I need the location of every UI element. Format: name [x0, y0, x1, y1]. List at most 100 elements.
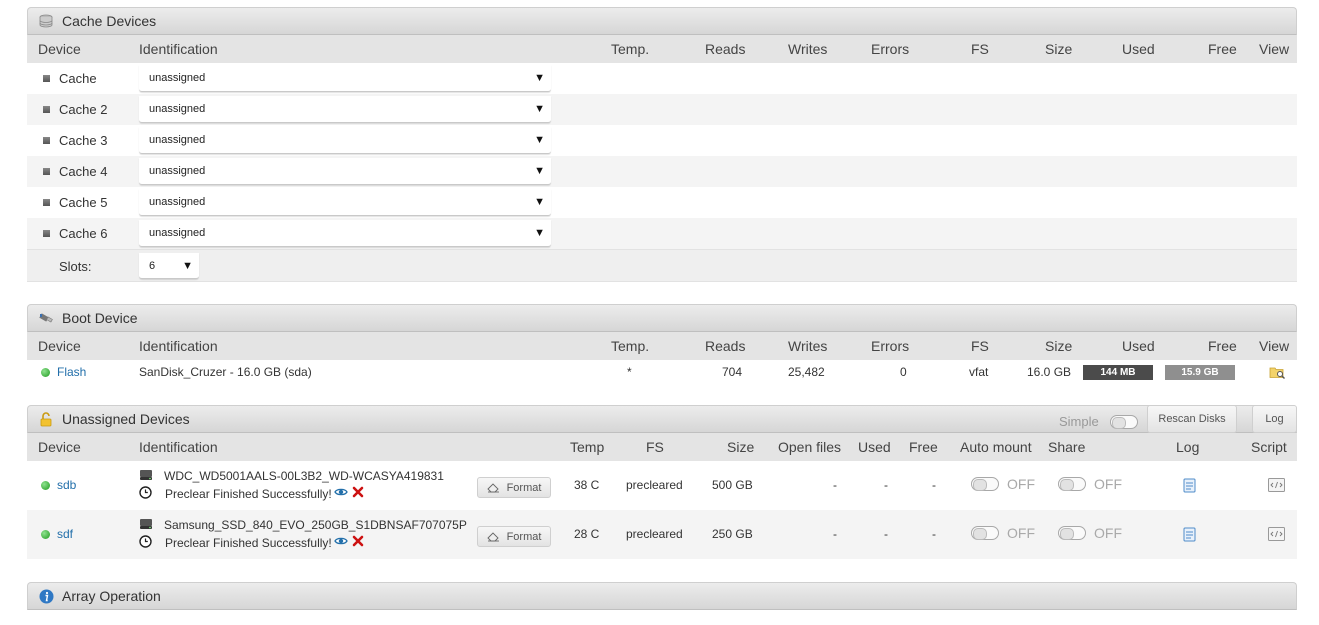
select-value: unassigned — [149, 165, 206, 177]
free-bar-label: 15.9 GB — [1165, 365, 1235, 380]
database-icon — [38, 13, 54, 29]
col-temp: Temp. — [611, 338, 650, 354]
hard-drive-icon — [139, 518, 153, 533]
select-value: unassigned — [149, 72, 206, 84]
cache-identification-select[interactable]: unassigned ▼ — [139, 96, 551, 123]
simple-label: Simple — [1059, 414, 1099, 429]
folder-search-icon[interactable] — [1269, 365, 1286, 383]
remove-x-icon[interactable] — [352, 486, 364, 501]
cache-row: Cache unassigned ▼ — [27, 63, 1297, 94]
chevron-down-icon: ▼ — [534, 72, 545, 84]
cache-device-cell: Cache 3 — [43, 133, 107, 148]
unassigned-row: sdb WDC_WD5001AALS-00L3B2_WD-WCASYA41983… — [27, 461, 1297, 510]
cache-device-cell: Cache — [43, 71, 97, 86]
device-cell: sdb — [41, 478, 76, 492]
format-button[interactable]: Format — [477, 477, 551, 498]
device-label: Cache 6 — [59, 226, 108, 241]
col-size: Size — [727, 439, 755, 455]
sdb-device-link[interactable]: sdb — [57, 478, 76, 492]
col-fs: FS — [646, 439, 664, 455]
free: - — [932, 478, 936, 492]
format-label: Format — [506, 481, 542, 494]
col-view: View — [1259, 338, 1290, 354]
eye-icon[interactable] — [334, 486, 348, 501]
cache-devices-panel: Cache Devices Device Identification Temp… — [27, 7, 1297, 282]
chevron-down-icon: ▼ — [534, 134, 545, 146]
info-icon — [38, 588, 54, 604]
boot-row: Flash SanDisk_Cruzer - 16.0 GB (sda) * 7… — [27, 360, 1297, 387]
cache-row: Cache 3 unassigned ▼ — [27, 125, 1297, 156]
col-open-files: Open files — [778, 439, 842, 455]
flash-device-link[interactable]: Flash — [57, 365, 86, 379]
size: 250 GB — [712, 527, 753, 541]
select-value: unassigned — [149, 196, 206, 208]
cache-identification-select[interactable]: unassigned ▼ — [139, 220, 551, 247]
log-file-icon[interactable] — [1183, 527, 1196, 545]
chevron-down-icon: ▼ — [534, 165, 545, 177]
rescan-disks-button[interactable]: Rescan Disks — [1147, 405, 1237, 433]
col-fs: FS — [971, 338, 989, 354]
cache-table-header: Device Identification Temp. Reads Writes… — [27, 35, 1297, 63]
col-size: Size — [1045, 338, 1073, 354]
device-square-icon — [43, 199, 50, 206]
log-button[interactable]: Log — [1252, 405, 1297, 433]
status-green-dot-icon — [41, 368, 50, 377]
fs: precleared — [626, 478, 683, 492]
cache-devices-title: Cache Devices — [62, 13, 157, 29]
slots-select[interactable]: 6 ▼ — [139, 253, 199, 279]
open-files: - — [833, 478, 837, 492]
sdf-device-link[interactable]: sdf — [57, 527, 73, 541]
disk-id: Samsung_SSD_840_EVO_250GB_S1DBNSAF707075… — [164, 518, 467, 532]
cache-devices-title-bar: Cache Devices — [27, 7, 1297, 35]
array-operation-title: Array Operation — [62, 588, 161, 604]
device-label: Cache 3 — [59, 133, 108, 148]
log-file-icon[interactable] — [1183, 478, 1196, 496]
col-log: Log — [1176, 439, 1200, 455]
temp: 28 C — [574, 527, 600, 541]
auto-mount-toggle[interactable]: OFF — [971, 525, 1035, 541]
share-toggle[interactable]: OFF — [1058, 476, 1122, 492]
cache-identification-select[interactable]: unassigned ▼ — [139, 158, 551, 185]
col-free: Free — [1208, 338, 1237, 354]
used: - — [884, 527, 888, 541]
cache-identification-select[interactable]: unassigned ▼ — [139, 65, 551, 92]
format-button[interactable]: Format — [477, 526, 551, 547]
script-icon[interactable] — [1268, 478, 1285, 495]
chevron-down-icon: ▼ — [534, 103, 545, 115]
cache-identification-select[interactable]: unassigned ▼ — [139, 127, 551, 154]
used: - — [884, 478, 888, 492]
cache-row: Cache 5 unassigned ▼ — [27, 187, 1297, 218]
simple-toggle[interactable] — [1110, 414, 1138, 430]
device-cell: sdf — [41, 527, 73, 541]
col-device: Device — [38, 41, 81, 57]
script-icon[interactable] — [1268, 527, 1285, 544]
status-green-dot-icon — [41, 481, 50, 490]
remove-x-icon[interactable] — [352, 535, 364, 550]
device-square-icon — [43, 75, 50, 82]
auto-mount-toggle[interactable]: OFF — [971, 476, 1035, 492]
clock-icon — [139, 535, 152, 551]
device-label: Cache 2 — [59, 102, 108, 117]
boot-device-cell: Flash — [41, 365, 86, 379]
col-view: View — [1259, 41, 1290, 57]
cache-row: Cache 4 unassigned ▼ — [27, 156, 1297, 187]
device-square-icon — [43, 230, 50, 237]
unassigned-row: sdf Samsung_SSD_840_EVO_250GB_S1DBNSAF70… — [27, 510, 1297, 559]
boot-fs: vfat — [969, 365, 989, 379]
cache-device-cell: Cache 4 — [43, 164, 107, 179]
device-label: Cache 5 — [59, 195, 108, 210]
boot-temp: * — [627, 365, 632, 379]
eye-icon[interactable] — [334, 535, 348, 550]
boot-errors: 0 — [900, 365, 907, 379]
share-state: OFF — [1094, 525, 1122, 541]
col-errors: Errors — [871, 338, 910, 354]
col-share: Share — [1048, 439, 1086, 455]
format-label: Format — [506, 530, 542, 543]
col-writes: Writes — [788, 41, 828, 57]
cache-identification-select[interactable]: unassigned ▼ — [139, 189, 551, 216]
slots-label: Slots: — [59, 259, 92, 274]
boot-table-header: Device Identification Temp. Reads Writes… — [27, 332, 1297, 360]
select-value: unassigned — [149, 134, 206, 146]
device-label: Cache — [59, 71, 97, 86]
share-toggle[interactable]: OFF — [1058, 525, 1122, 541]
